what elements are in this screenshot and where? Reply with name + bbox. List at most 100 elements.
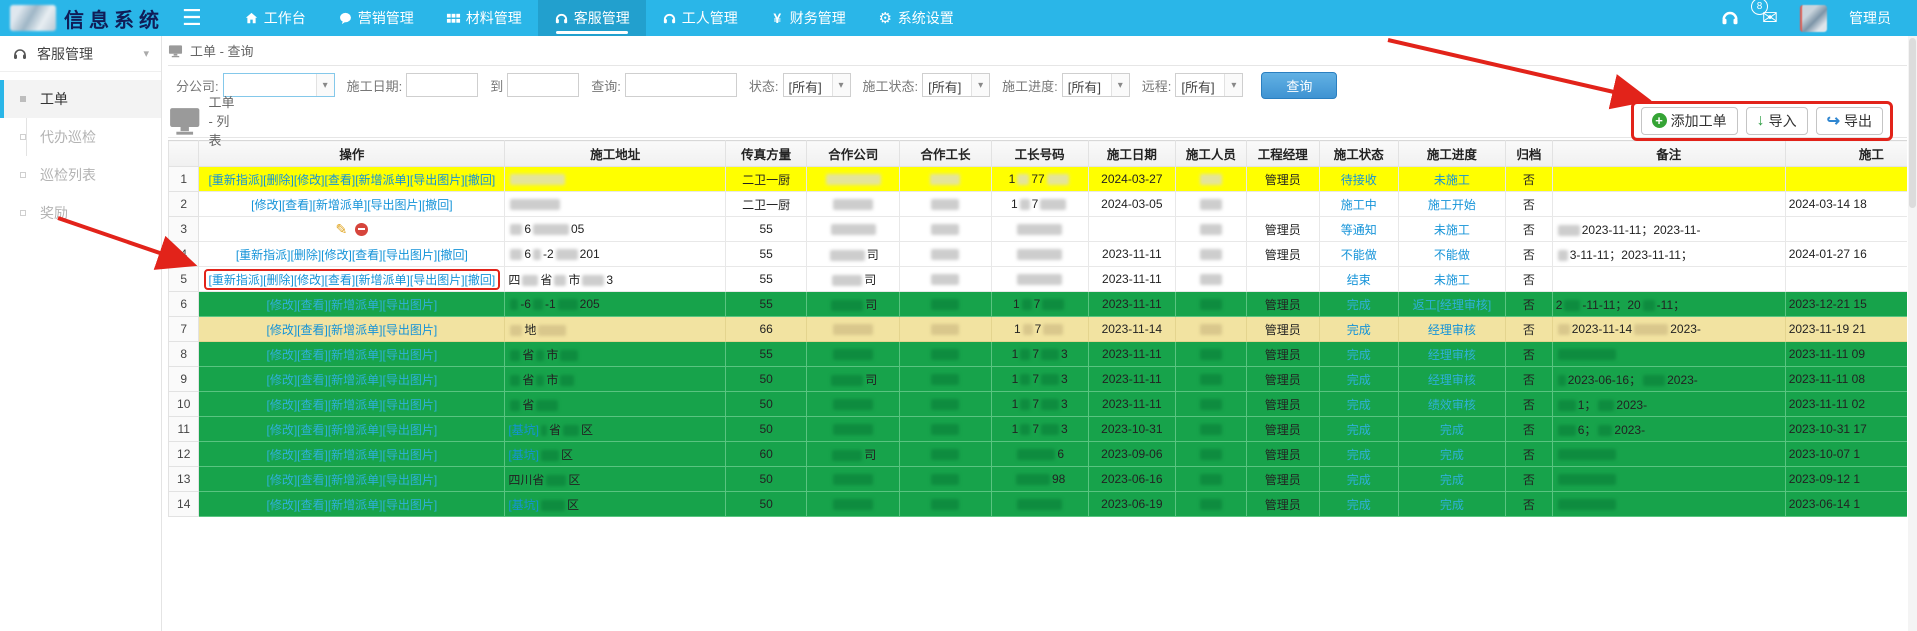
filter-combo-6[interactable]: [所有] ▾ xyxy=(1061,73,1130,97)
nav-item-客服管理[interactable]: 客服管理 xyxy=(537,0,646,36)
op-link[interactable]: [修改] xyxy=(321,248,352,262)
op-link[interactable]: [查看] xyxy=(297,298,328,312)
status-link[interactable]: 完成 xyxy=(1347,373,1371,387)
status-link[interactable]: 完成 xyxy=(1347,348,1371,362)
progress-link[interactable]: 未施工 xyxy=(1434,173,1470,187)
nav-item-财务管理[interactable]: ¥ 财务管理 xyxy=(754,0,862,36)
status-link[interactable]: 施工中 xyxy=(1341,198,1377,212)
filter-combo-7[interactable]: [所有] ▾ xyxy=(1175,73,1244,97)
sidebar-item-巡检列表[interactable]: 巡检列表 xyxy=(0,156,161,194)
progress-link[interactable]: 经理审核 xyxy=(1428,348,1476,362)
sidebar-header[interactable]: 客服管理 ▾ xyxy=(0,36,161,72)
progress-link[interactable]: 经理审核 xyxy=(1428,323,1476,337)
forbidden-icon[interactable] xyxy=(355,222,369,236)
op-link[interactable]: [导出图片] xyxy=(383,298,438,312)
op-link[interactable]: [查看] xyxy=(297,373,328,387)
chevron-down-icon[interactable]: ▾ xyxy=(315,74,334,96)
messages-button[interactable]: 8 ✉ xyxy=(1751,0,1778,30)
status-link[interactable]: 完成 xyxy=(1347,423,1371,437)
nav-item-营销管理[interactable]: 营销管理 xyxy=(322,0,430,36)
op-link[interactable]: [新增派单] xyxy=(328,498,383,512)
support-headset-icon[interactable] xyxy=(1720,8,1740,28)
op-link[interactable]: [修改] xyxy=(294,273,325,287)
status-link[interactable]: 待接收 xyxy=(1341,173,1377,187)
op-link[interactable]: [撤回] xyxy=(465,273,496,287)
filter-combo-4[interactable]: [所有] ▾ xyxy=(782,73,851,97)
op-link[interactable]: [修改] xyxy=(267,373,298,387)
progress-link[interactable]: 返工[经理审核] xyxy=(1413,298,1492,312)
progress-link[interactable]: 绩效审核 xyxy=(1428,398,1476,412)
nav-item-工人管理[interactable]: 工人管理 xyxy=(646,0,754,36)
filter-input-1[interactable] xyxy=(406,73,479,97)
address-link[interactable]: [基坑] xyxy=(508,498,539,512)
nav-item-材料管理[interactable]: 材料管理 xyxy=(430,0,538,36)
sidebar-item-工单[interactable]: 工单 xyxy=(0,80,161,118)
op-link[interactable]: [导出图片] xyxy=(410,173,465,187)
status-link[interactable]: 等通知 xyxy=(1341,223,1377,237)
op-link[interactable]: [导出图片] xyxy=(383,373,438,387)
nav-item-系统设置[interactable]: ⚙ 系统设置 xyxy=(862,0,970,36)
op-link[interactable]: [修改] xyxy=(267,348,298,362)
op-link[interactable]: [重新指派] xyxy=(209,273,264,287)
op-link[interactable]: [新增派单] xyxy=(328,323,383,337)
status-link[interactable]: 完成 xyxy=(1347,298,1371,312)
sidebar-item-代办巡检[interactable]: 代办巡检 xyxy=(0,118,161,156)
op-link[interactable]: [查看] xyxy=(297,348,328,362)
op-link[interactable]: [新增派单] xyxy=(355,273,410,287)
filter-input-3[interactable] xyxy=(624,73,737,97)
status-link[interactable]: 结束 xyxy=(1347,273,1371,287)
op-link[interactable]: [删除] xyxy=(263,173,294,187)
op-link[interactable]: [修改] xyxy=(267,323,298,337)
op-link[interactable]: [修改] xyxy=(267,398,298,412)
progress-link[interactable]: 不能做 xyxy=(1434,248,1470,262)
progress-link[interactable]: 完成 xyxy=(1440,498,1464,512)
op-link[interactable]: [导出图片] xyxy=(383,473,438,487)
op-link[interactable]: [新增派单] xyxy=(355,173,410,187)
chevron-down-icon[interactable]: ▾ xyxy=(1110,74,1129,96)
progress-link[interactable]: 经理审核 xyxy=(1428,373,1476,387)
address-link[interactable]: [基坑] xyxy=(508,423,539,437)
op-link[interactable]: [重新指派] xyxy=(209,173,264,187)
user-name[interactable]: 管理员 xyxy=(1849,8,1891,28)
op-link[interactable]: [修改] xyxy=(267,448,298,462)
chevron-down-icon[interactable]: ▾ xyxy=(971,74,990,96)
op-link[interactable]: [撤回] xyxy=(437,248,468,262)
op-link[interactable]: [查看] xyxy=(297,448,328,462)
op-link[interactable]: [导出图片] xyxy=(383,448,438,462)
progress-link[interactable]: 完成 xyxy=(1440,448,1464,462)
op-link[interactable]: [撤回] xyxy=(465,173,496,187)
op-link[interactable]: [导出图片] xyxy=(383,423,438,437)
vertical-scrollbar[interactable] xyxy=(1908,36,1917,631)
op-link[interactable]: [修改] xyxy=(267,423,298,437)
op-link[interactable]: [查看] xyxy=(325,173,356,187)
op-link[interactable]: [删除] xyxy=(291,248,322,262)
op-link[interactable]: [查看] xyxy=(297,423,328,437)
status-link[interactable]: 完成 xyxy=(1347,323,1371,337)
op-link[interactable]: [查看] xyxy=(325,273,356,287)
progress-link[interactable]: 未施工 xyxy=(1434,273,1470,287)
op-link[interactable]: [查看] xyxy=(297,473,328,487)
op-link[interactable]: [修改] xyxy=(294,173,325,187)
import-button[interactable]: ↓ 导入 xyxy=(1745,106,1808,135)
op-link[interactable]: [导出图片] xyxy=(367,198,422,212)
op-link[interactable]: [修改] xyxy=(267,298,298,312)
op-link[interactable]: [导出图片] xyxy=(383,323,438,337)
chevron-down-icon[interactable]: ▾ xyxy=(831,74,850,96)
op-link[interactable]: [查看] xyxy=(282,198,313,212)
progress-link[interactable]: 完成 xyxy=(1440,423,1464,437)
address-link[interactable]: [基坑] xyxy=(508,448,539,462)
op-link[interactable]: [撤回] xyxy=(422,198,453,212)
op-link[interactable]: [修改] xyxy=(251,198,282,212)
export-button[interactable]: ↪ 导出 xyxy=(1815,106,1883,135)
op-link[interactable]: [修改] xyxy=(267,498,298,512)
op-link[interactable]: [导出图片] xyxy=(383,398,438,412)
add-workorder-button[interactable]: + 添加工单 xyxy=(1640,106,1738,135)
progress-link[interactable]: 未施工 xyxy=(1434,223,1470,237)
op-link[interactable]: [导出图片] xyxy=(410,273,465,287)
filter-input-2[interactable] xyxy=(507,73,580,97)
status-link[interactable]: 完成 xyxy=(1347,498,1371,512)
filter-combo-5[interactable]: [所有] ▾ xyxy=(922,73,991,97)
op-link[interactable]: [新增派单] xyxy=(328,298,383,312)
op-link[interactable]: [导出图片] xyxy=(383,498,438,512)
op-link[interactable]: [查看] xyxy=(297,323,328,337)
